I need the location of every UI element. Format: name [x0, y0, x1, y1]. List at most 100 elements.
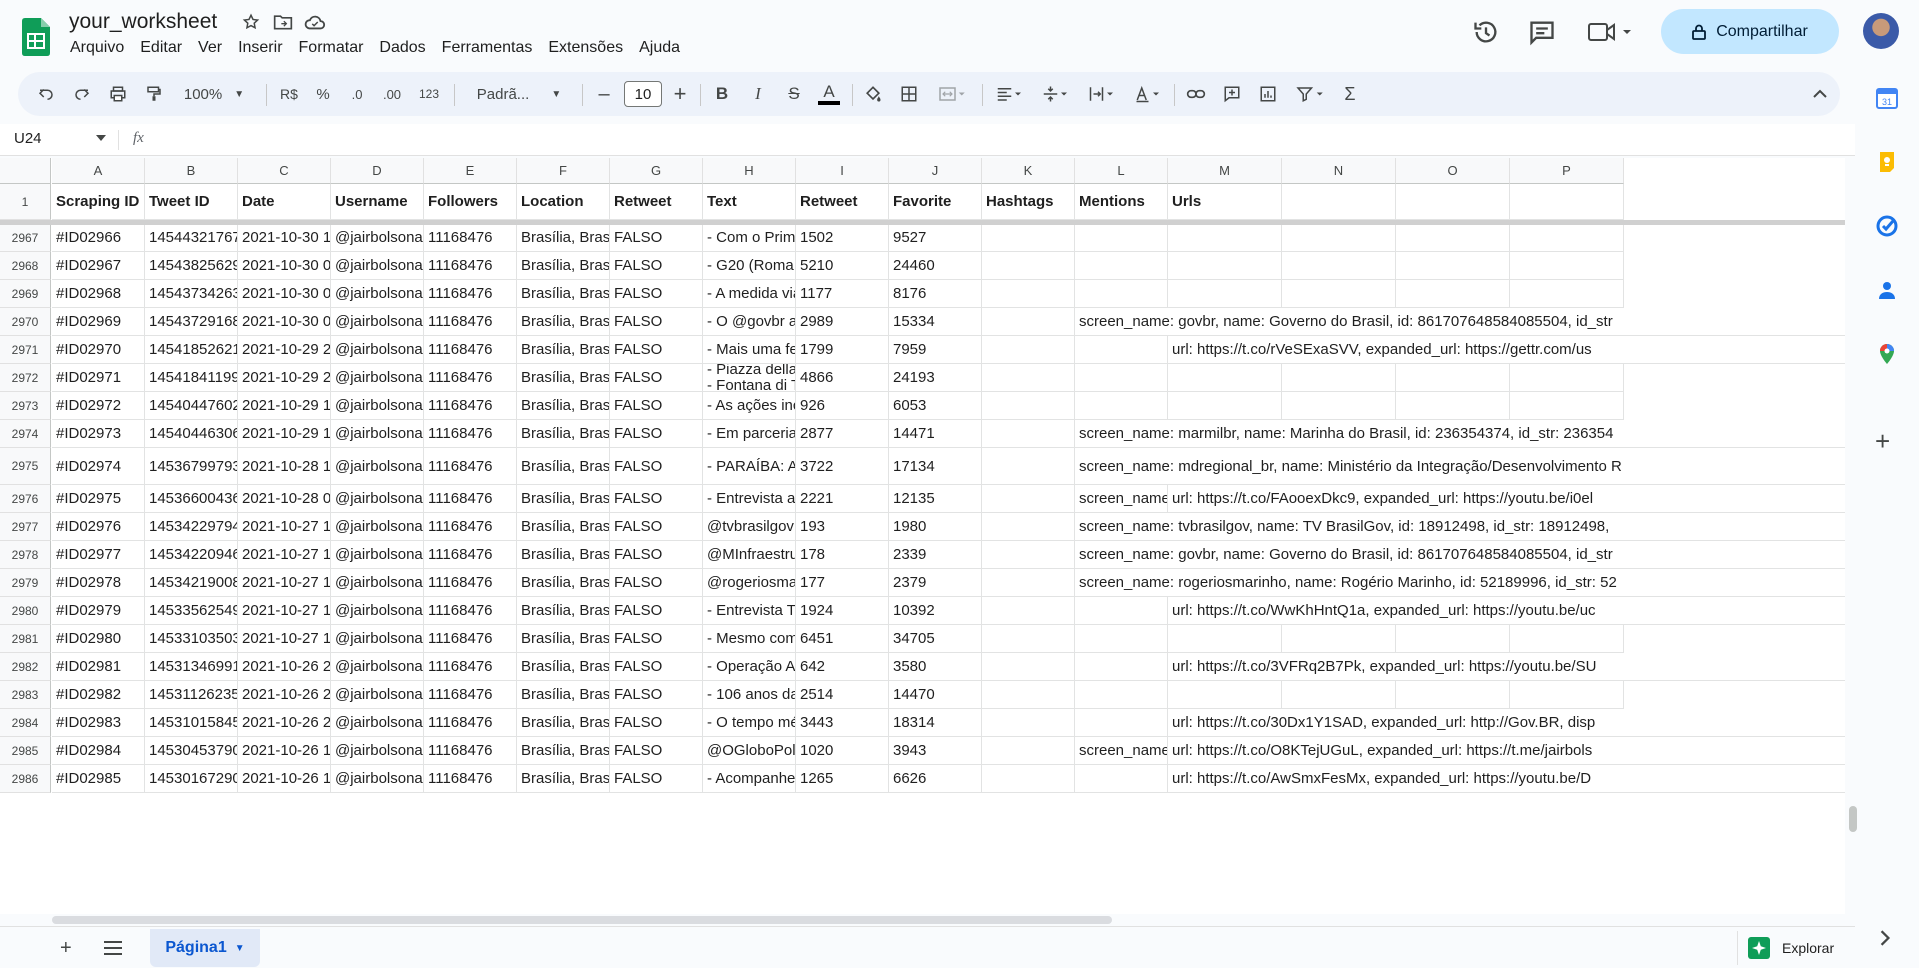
table-cell[interactable]: 14471 — [889, 420, 982, 448]
table-cell[interactable]: Brasília, Brasil — [517, 569, 610, 597]
table-cell[interactable] — [982, 392, 1075, 420]
redo-icon[interactable] — [68, 72, 96, 116]
table-cell[interactable]: 24193 — [889, 364, 982, 392]
table-cell[interactable]: url: https://t.co/30Dx1Y1SAD, expanded_u… — [1168, 709, 1845, 737]
chevron-right-icon[interactable] — [1879, 930, 1891, 946]
table-cell[interactable]: 11168476 — [424, 252, 517, 280]
table-cell[interactable]: FALSO — [610, 224, 703, 252]
table-cell[interactable]: 1502 — [796, 224, 889, 252]
table-cell[interactable]: #ID02984 — [52, 737, 145, 765]
table-cell[interactable]: 177 — [796, 569, 889, 597]
header-cell[interactable]: Retweet — [796, 184, 889, 220]
table-cell[interactable]: 642 — [796, 653, 889, 681]
table-cell[interactable]: FALSO — [610, 336, 703, 364]
table-cell[interactable]: 1924 — [796, 597, 889, 625]
functions-button[interactable]: Σ — [1338, 72, 1362, 116]
header-cell[interactable]: Text — [703, 184, 796, 220]
table-cell[interactable]: - Em parceria co — [703, 420, 796, 448]
table-cell[interactable]: 1454044760210 — [145, 392, 238, 420]
decrease-font-size-button[interactable]: – — [592, 72, 616, 116]
row-header[interactable]: 2979 — [0, 569, 51, 597]
header-cell[interactable]: Tweet ID — [145, 184, 238, 220]
table-cell[interactable]: Brasília, Brasil — [517, 336, 610, 364]
table-cell[interactable] — [982, 336, 1075, 364]
borders-icon[interactable] — [894, 72, 924, 116]
table-cell[interactable]: 14470 — [889, 681, 982, 709]
menu-formatar[interactable]: Formatar — [291, 39, 372, 57]
menu-dados[interactable]: Dados — [371, 39, 433, 57]
paint-format-icon[interactable] — [140, 72, 168, 116]
table-cell[interactable] — [1396, 364, 1510, 392]
more-formats-button[interactable]: 123 — [414, 72, 444, 116]
table-cell[interactable]: FALSO — [610, 280, 703, 308]
menu-editar[interactable]: Editar — [132, 39, 190, 57]
table-cell[interactable] — [1510, 681, 1624, 709]
table-cell[interactable]: 1454184119932 — [145, 364, 238, 392]
table-cell[interactable]: - Mais uma ferra — [703, 336, 796, 364]
table-cell[interactable]: - Piazza della Ro - Fontana di Trev — [703, 364, 796, 392]
table-cell[interactable]: 11168476 — [424, 737, 517, 765]
table-cell[interactable]: 2021-10-30 12:5 — [238, 224, 331, 252]
table-cell[interactable] — [1075, 597, 1168, 625]
table-cell[interactable] — [982, 765, 1075, 793]
table-cell[interactable] — [1510, 392, 1624, 420]
table-cell[interactable]: @jairbolsonaro — [331, 569, 424, 597]
table-cell[interactable]: 1453421900852 — [145, 569, 238, 597]
table-cell[interactable]: FALSO — [610, 569, 703, 597]
table-cell[interactable] — [982, 709, 1075, 737]
table-cell[interactable]: 1453356254945 — [145, 597, 238, 625]
table-cell[interactable] — [1282, 364, 1396, 392]
column-header-o[interactable]: O — [1396, 158, 1510, 184]
table-cell[interactable]: - O @govbr auto — [703, 308, 796, 336]
header-cell[interactable] — [1396, 184, 1510, 220]
column-header-j[interactable]: J — [889, 158, 982, 184]
table-cell[interactable]: 11168476 — [424, 420, 517, 448]
table-cell[interactable]: - Entrevista TV J — [703, 597, 796, 625]
column-header-g[interactable]: G — [610, 158, 703, 184]
table-cell[interactable] — [1510, 625, 1624, 653]
table-cell[interactable]: - A medida viabil — [703, 280, 796, 308]
table-cell[interactable]: FALSO — [610, 653, 703, 681]
table-cell[interactable]: 1453134699199 — [145, 653, 238, 681]
table-cell[interactable]: 2221 — [796, 485, 889, 513]
table-cell[interactable]: screen_name: O — [1075, 737, 1168, 765]
table-cell[interactable]: 1454373426370 — [145, 280, 238, 308]
table-cell[interactable]: 926 — [796, 392, 889, 420]
increase-font-size-button[interactable]: + — [668, 72, 692, 116]
table-cell[interactable]: 11168476 — [424, 625, 517, 653]
table-cell[interactable]: Brasília, Brasil — [517, 308, 610, 336]
table-cell[interactable]: 3722 — [796, 448, 889, 485]
table-cell[interactable]: 193 — [796, 513, 889, 541]
table-cell[interactable]: Brasília, Brasil — [517, 224, 610, 252]
star-icon[interactable] — [240, 10, 262, 34]
print-icon[interactable] — [104, 72, 132, 116]
header-cell[interactable]: Favorite — [889, 184, 982, 220]
table-cell[interactable]: 2339 — [889, 541, 982, 569]
column-header-d[interactable]: D — [331, 158, 424, 184]
table-cell[interactable]: 1799 — [796, 336, 889, 364]
table-cell[interactable]: 6053 — [889, 392, 982, 420]
row-header[interactable]: 2975 — [0, 448, 51, 485]
table-cell[interactable] — [1282, 224, 1396, 252]
fill-color-icon[interactable] — [858, 72, 888, 116]
zoom-select[interactable]: 100% ▼ — [178, 72, 250, 116]
maps-icon[interactable] — [1875, 342, 1899, 366]
account-avatar[interactable] — [1863, 13, 1899, 49]
table-cell[interactable] — [1075, 392, 1168, 420]
row-header[interactable]: 2968 — [0, 252, 51, 280]
decrease-decimal-button[interactable]: .0 — [342, 72, 372, 116]
table-cell[interactable] — [1168, 280, 1282, 308]
table-cell[interactable] — [1282, 252, 1396, 280]
table-cell[interactable] — [1510, 364, 1624, 392]
table-cell[interactable]: #ID02975 — [52, 485, 145, 513]
table-cell[interactable]: FALSO — [610, 485, 703, 513]
bold-button[interactable]: B — [708, 72, 736, 116]
row-header[interactable]: 2983 — [0, 681, 51, 709]
column-header-i[interactable]: I — [796, 158, 889, 184]
table-cell[interactable]: FALSO — [610, 541, 703, 569]
table-cell[interactable] — [1282, 280, 1396, 308]
table-cell[interactable]: @OGloboPolitica — [703, 737, 796, 765]
header-cell[interactable]: Location — [517, 184, 610, 220]
insert-link-icon[interactable] — [1182, 72, 1210, 116]
table-cell[interactable]: @jairbolsonaro — [331, 308, 424, 336]
